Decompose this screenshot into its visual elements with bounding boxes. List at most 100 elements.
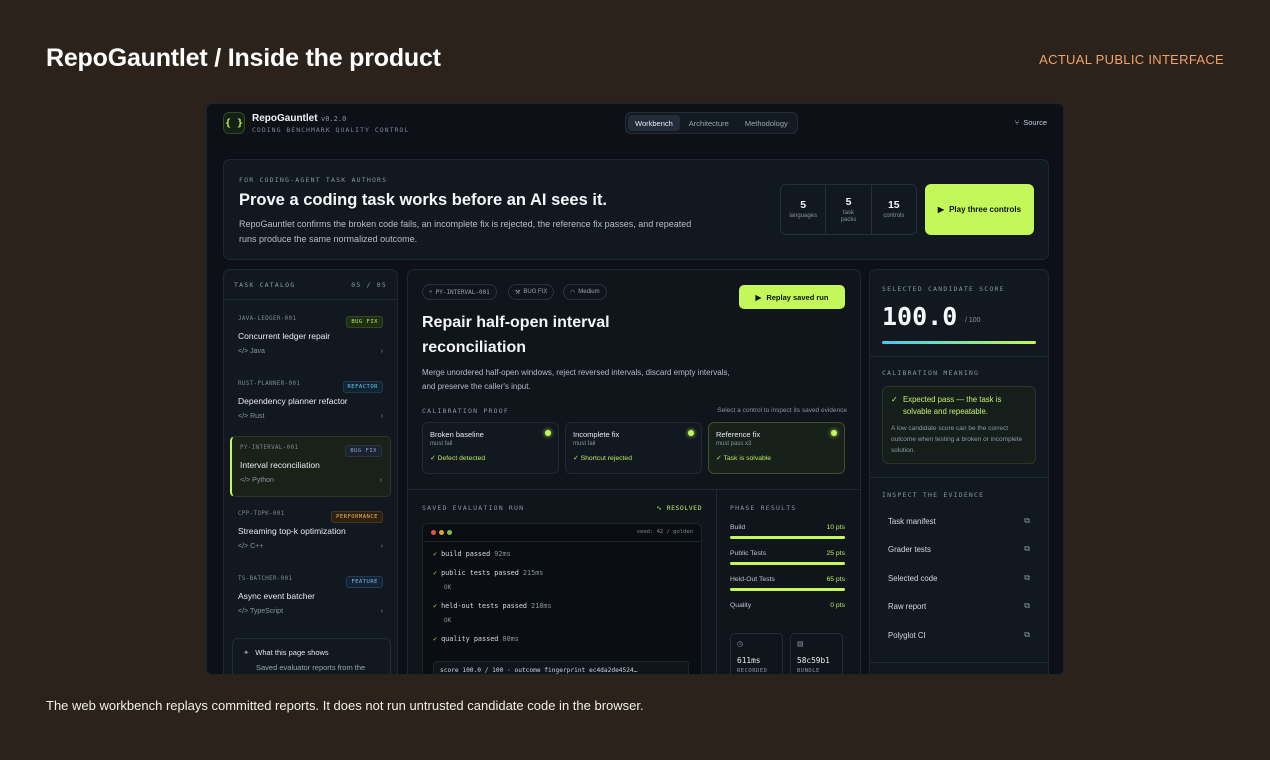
task-badge: FEATURE xyxy=(346,576,383,588)
bundle-card: ▤ 58c59b1 BUNDLE xyxy=(790,633,843,674)
pulse-icon: ∿ xyxy=(656,504,667,512)
nav-tabs: Workbench Architecture Methodology xyxy=(625,112,798,134)
hero-panel: FOR CODING-AGENT TASK AUTHORS Prove a co… xyxy=(223,159,1049,260)
check-icon: ✓ xyxy=(573,455,581,462)
tab-workbench[interactable]: Workbench xyxy=(628,115,680,131)
evidence-link-grader-tests[interactable]: Grader tests ⧉ xyxy=(882,538,1036,560)
tab-methodology[interactable]: Methodology xyxy=(738,115,795,131)
play-controls-button[interactable]: ▶ Play three controls xyxy=(925,184,1034,235)
replay-saved-run-button[interactable]: ▶ Replay saved run xyxy=(739,285,845,309)
tab-architecture[interactable]: Architecture xyxy=(682,115,736,131)
phase-quality: Quality 0 pts xyxy=(730,602,845,609)
evidence-label: Selected code xyxy=(888,573,938,583)
task-language: C++ xyxy=(250,543,264,550)
evidence-label: INSPECT THE EVIDENCE xyxy=(882,491,985,499)
task-badge: PERFORMANCE xyxy=(331,511,383,523)
phase-name: Public Tests xyxy=(730,550,767,557)
info-box: ✦ What this page shows Saved evaluator re… xyxy=(232,638,391,674)
code-icon: </> xyxy=(240,477,253,484)
app-version: v0.2.0 xyxy=(321,115,347,123)
run-title: SAVED EVALUATION RUN xyxy=(422,504,525,512)
task-detail-panel: ⑂ PY-INTERVAL-001 ⚒ BUG FIX ◠ Medium ▶ Repl… xyxy=(407,269,861,674)
task-item-java-ledger[interactable]: JAVA-LEDGER-001 BUG FIX Concurrent ledge… xyxy=(230,308,391,369)
phase-progress-fill xyxy=(730,536,845,539)
evidence-link-polyglot-ci[interactable]: Polyglot CI ⧉ xyxy=(882,624,1036,646)
stat-task-packs: 5 task packs xyxy=(826,185,872,234)
evidence-link-selected-code[interactable]: Selected code ⧉ xyxy=(882,567,1036,589)
control-card-incomplete-fix[interactable]: Incomplete fix must fail ✓ Shortcut reje… xyxy=(565,422,702,474)
divider xyxy=(870,662,1048,663)
task-item-rust-planner[interactable]: RUST-PLANNER-001 REFACTOR Dependency pla… xyxy=(230,373,391,434)
chevron-right-icon: › xyxy=(380,543,383,550)
slide-caption: The web workbench replays committed repo… xyxy=(46,698,644,713)
source-label: Source xyxy=(1023,118,1047,127)
stat-value: 15 xyxy=(887,199,900,211)
red-dot-icon xyxy=(431,530,436,535)
evidence-link-raw-report[interactable]: Raw report ⧉ xyxy=(882,595,1036,617)
control-card-broken-baseline[interactable]: Broken baseline must fail ✓ Defect detec… xyxy=(422,422,559,474)
control-result: Defect detected xyxy=(437,455,486,462)
score-label: SELECTED CANDIDATE SCORE xyxy=(882,285,1005,293)
log-text: quality passed xyxy=(441,635,499,643)
run-header: SAVED EVALUATION RUN ∿ RESOLVED xyxy=(422,504,702,512)
control-requirement: must pass x3 xyxy=(716,441,752,447)
app-name: RepoGauntlet xyxy=(252,113,318,124)
task-name: Streaming top-k optimization xyxy=(238,526,346,536)
recorded-time-card: ◷ 611ms RECORDED xyxy=(730,633,783,674)
file-icon: ▤ xyxy=(797,641,804,648)
task-item-cpp-topk[interactable]: CPP-TOPK-001 PERFORMANCE Streaming top-k… xyxy=(230,503,391,564)
chip-label: PY-INTERVAL-001 xyxy=(435,288,490,296)
stat-label: task packs xyxy=(840,209,857,223)
phase-progress-fill xyxy=(730,588,845,591)
play-icon: ▶ xyxy=(755,292,762,302)
divider xyxy=(716,489,717,674)
divider xyxy=(408,489,860,490)
chevron-right-icon: › xyxy=(380,348,383,355)
phase-name: Quality xyxy=(730,602,752,609)
meaning-label: CALIBRATION MEANING xyxy=(882,369,980,377)
control-name: Incomplete fix xyxy=(573,430,620,439)
log-duration: 80ms xyxy=(502,635,519,643)
log-line: ✓ build passed 92ms xyxy=(433,550,511,558)
control-requirement: must fail xyxy=(430,441,453,447)
recorded-time: 611ms xyxy=(737,656,761,665)
wrench-icon: ⚒ xyxy=(515,289,521,296)
task-item-ts-batcher[interactable]: TS-BATCHER-001 FEATURE Async event batch… xyxy=(230,568,391,629)
external-link-icon: ⧉ xyxy=(1024,573,1030,582)
control-card-reference-fix[interactable]: Reference fix must pass x3 ✓ Task is sol… xyxy=(708,422,845,474)
task-name: Dependency planner refactor xyxy=(238,396,348,406)
evidence-label: Raw report xyxy=(888,601,927,611)
check-icon: ✓ xyxy=(430,455,438,462)
stat-value: 5 xyxy=(800,199,807,211)
external-link-icon: ⧉ xyxy=(1024,630,1030,639)
phase-name: Build xyxy=(730,524,746,531)
calibration-title: CALIBRATION PROOF xyxy=(422,407,509,415)
log-duration: 215ms xyxy=(522,569,544,577)
score-max: / 100 xyxy=(965,317,981,324)
calibration-hint: Select a control to inspect its saved ev… xyxy=(717,407,847,414)
divider xyxy=(870,477,1048,478)
terminal-titlebar: seed: 42 / golden xyxy=(423,524,701,542)
branch-icon: ⑂ xyxy=(1014,118,1020,127)
phase-public-tests: Public Tests 25 pts xyxy=(730,550,845,565)
info-title: What this page shows xyxy=(255,648,329,657)
evidence-label: Polyglot CI xyxy=(888,630,926,640)
evidence-link-task-manifest[interactable]: Task manifest ⧉ xyxy=(882,510,1036,532)
task-description: Merge unordered half-open windows, rejec… xyxy=(422,368,730,391)
code-icon: </> xyxy=(238,348,251,355)
meaning-subtitle: A low candidate score can be the correct… xyxy=(891,425,1023,454)
phase-title: PHASE RESULTS xyxy=(730,504,797,512)
status-dot-icon xyxy=(688,430,694,436)
evidence-label: Grader tests xyxy=(888,544,931,554)
play-label: Play three controls xyxy=(949,205,1022,214)
phase-points: 0 pts xyxy=(830,602,845,609)
task-item-py-interval[interactable]: PY-INTERVAL-001 BUG FIX Interval reconci… xyxy=(230,436,391,497)
chevron-right-icon: › xyxy=(380,413,383,420)
play-icon: ▶ xyxy=(937,205,945,214)
calibration-header: CALIBRATION PROOF Select a control to in… xyxy=(422,407,847,415)
log-line: ✓ public tests passed 215ms xyxy=(433,569,544,577)
task-name: Concurrent ledger repair xyxy=(238,331,331,341)
control-name: Reference fix xyxy=(716,430,761,439)
source-link[interactable]: ⑂ Source xyxy=(1015,118,1047,127)
score-bar xyxy=(882,341,1036,344)
